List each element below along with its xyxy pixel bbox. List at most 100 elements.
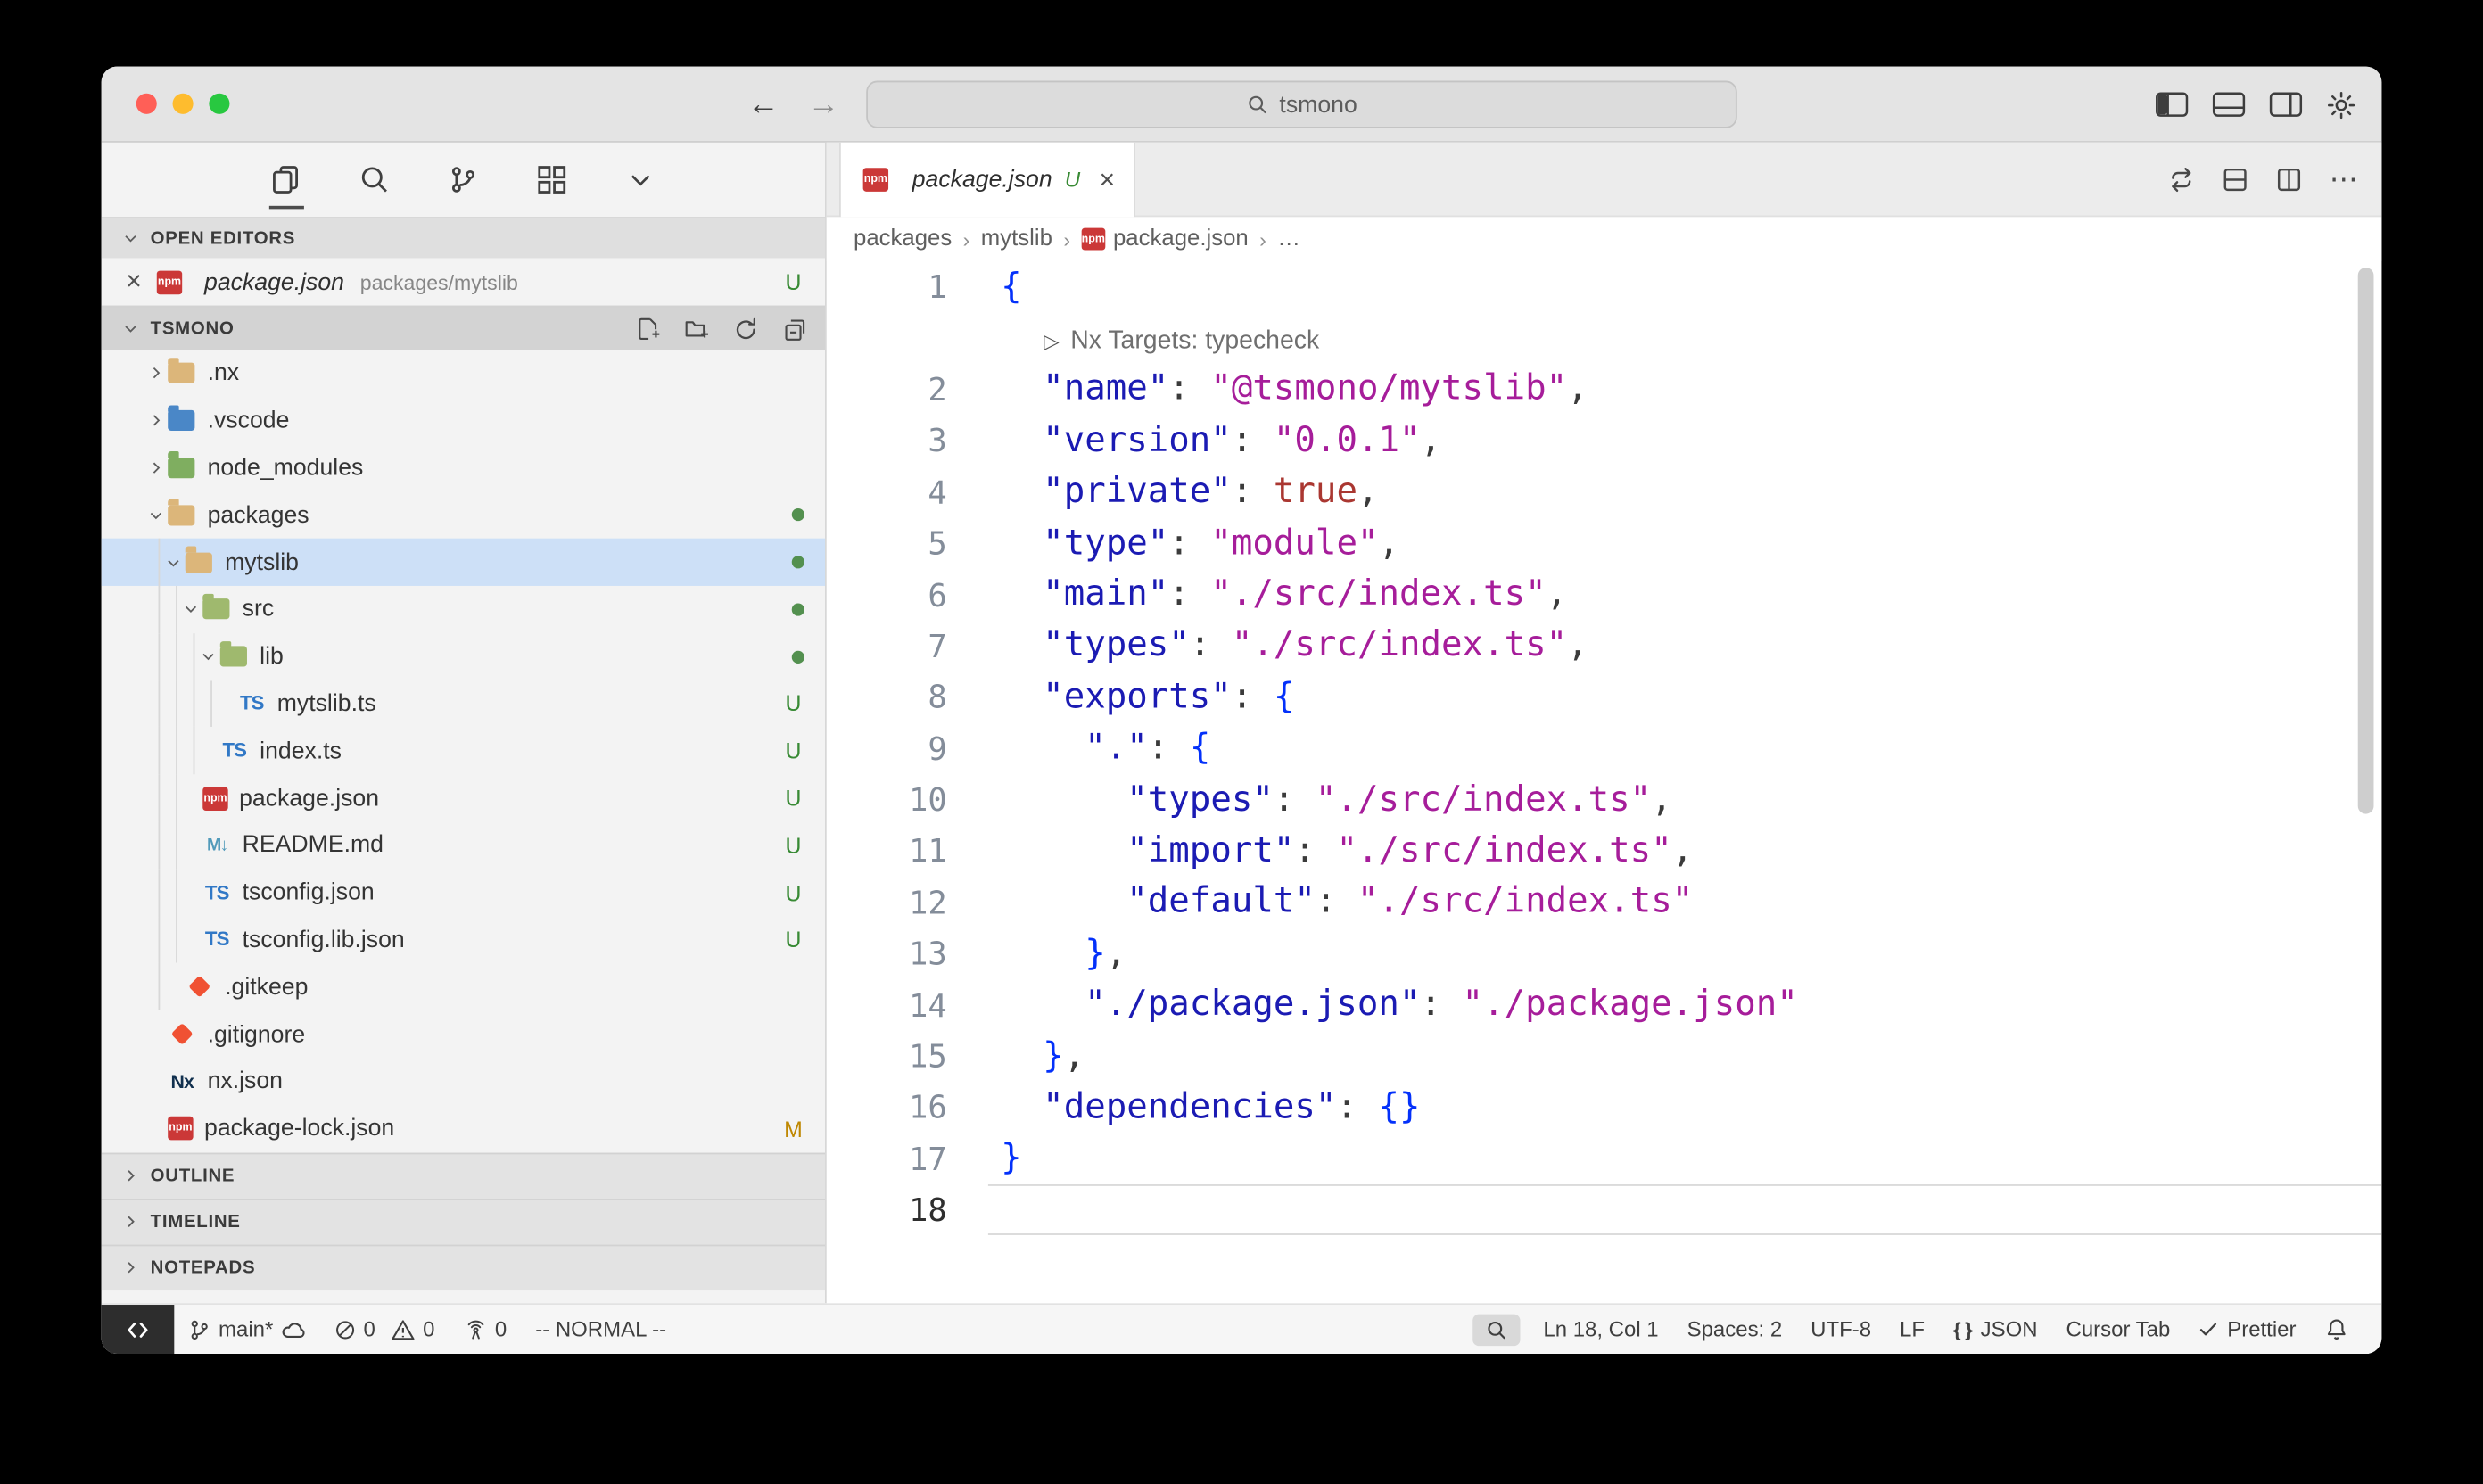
zoom-indicator[interactable] (1472, 1314, 1519, 1346)
breadcrumb-item[interactable]: mytslib (981, 227, 1052, 251)
code-line-12[interactable]: 12 "default": "./src/index.ts" (827, 877, 2382, 928)
minimize-window-button[interactable] (173, 94, 194, 114)
tree-item-package-lock.json[interactable]: npmpackage-lock.jsonM (102, 1105, 825, 1152)
open-editors-header[interactable]: OPEN EDITORS (102, 217, 825, 258)
sidebar-section-outline[interactable]: OUTLINE (102, 1152, 825, 1198)
encoding-setting[interactable]: UTF-8 (1796, 1317, 1885, 1341)
tree-item-packages[interactable]: packages (102, 491, 825, 539)
new-folder-icon[interactable] (682, 314, 711, 342)
tree-item-node_modules[interactable]: node_modules (102, 444, 825, 491)
tree-item-nx.json[interactable]: Nxnx.json (102, 1058, 825, 1105)
navigate-forward-button[interactable]: → (808, 88, 840, 120)
code-line-8[interactable]: 8 "exports": { (827, 672, 2382, 723)
more-views-chevron-icon[interactable] (620, 159, 661, 200)
remote-indicator[interactable] (102, 1305, 175, 1354)
compare-changes-icon[interactable] (2168, 166, 2195, 193)
scrollbar-thumb[interactable] (2358, 268, 2374, 814)
code-line-17[interactable]: 17} (827, 1134, 2382, 1185)
tree-item-index.ts[interactable]: TSindex.tsU (102, 728, 825, 775)
close-editor-icon[interactable]: × (122, 266, 146, 298)
code-line-3[interactable]: 3 "version": "0.0.1", (827, 415, 2382, 466)
navigate-back-button[interactable]: ← (747, 88, 780, 120)
tree-item-src[interactable]: src (102, 586, 825, 633)
tree-item-.gitignore[interactable]: .gitignore (102, 1010, 825, 1058)
tree-item-.nx[interactable]: .nx (102, 350, 825, 397)
close-window-button[interactable] (136, 94, 157, 114)
code-line-4[interactable]: 4 "private": true, (827, 466, 2382, 518)
code-line-18[interactable]: 18 (827, 1184, 2382, 1236)
close-tab-icon[interactable]: × (1099, 164, 1115, 196)
split-editor-icon[interactable] (2275, 166, 2302, 193)
indentation-setting[interactable]: Spaces: 2 (1673, 1317, 1797, 1341)
eol-setting[interactable]: LF (1885, 1317, 1939, 1341)
breadcrumb-item[interactable]: packages (854, 227, 952, 251)
notifications-bell-icon[interactable] (2310, 1317, 2363, 1341)
tree-item-package.json[interactable]: npmpackage.jsonU (102, 775, 825, 822)
code-line-6[interactable]: 6 "main": "./src/index.ts", (827, 569, 2382, 621)
settings-gear-icon[interactable] (2326, 89, 2356, 120)
breadcrumb-item[interactable]: npmpackage.json (1081, 227, 1248, 251)
cursor-tab-indicator[interactable]: Cursor Tab (2052, 1317, 2185, 1341)
code-line-13[interactable]: 13 }, (827, 928, 2382, 980)
cursor-position[interactable]: Ln 18, Col 1 (1529, 1317, 1672, 1341)
extensions-view-icon[interactable] (532, 159, 573, 200)
tree-item-mytslib[interactable]: mytslib (102, 539, 825, 586)
command-center-search[interactable]: tsmono (866, 81, 1737, 128)
line-number: 7 (827, 627, 947, 665)
line-number: 9 (827, 730, 947, 768)
refresh-explorer-icon[interactable] (731, 314, 760, 342)
sidebar: OPEN EDITORS × npm package.json packages… (102, 143, 827, 1303)
explorer-view-icon[interactable] (265, 159, 306, 200)
tree-item-.vscode[interactable]: .vscode (102, 397, 825, 444)
toggle-panel-icon[interactable] (2212, 92, 2245, 117)
code-line-5[interactable]: 5 "type": "module", (827, 518, 2382, 570)
code-editor[interactable]: 1{ ▷Nx Targets: typecheck 2 "name": "@tsmo… (827, 261, 2382, 1303)
code-line-9[interactable]: 9 ".": { (827, 723, 2382, 775)
sidebar-section-timeline[interactable]: TIMELINE (102, 1198, 825, 1243)
code-line-7[interactable]: 7 "types": "./src/index.ts", (827, 621, 2382, 672)
status-bar: main* 0 0 0 (102, 1303, 2382, 1354)
tree-item-.gitkeep[interactable]: .gitkeep (102, 963, 825, 1010)
breadcrumb-item[interactable]: … (1277, 227, 1300, 251)
language-mode[interactable]: { } JSON (1939, 1317, 2052, 1341)
folder-icon (168, 410, 194, 431)
tree-item-tsconfig.json[interactable]: TStsconfig.jsonU (102, 869, 825, 916)
tree-item-tsconfig.lib.json[interactable]: TStsconfig.lib.jsonU (102, 916, 825, 963)
collapse-folders-icon[interactable] (780, 314, 809, 342)
source-control-view-icon[interactable] (442, 159, 483, 200)
code-line-11[interactable]: 11 "import": "./src/index.ts", (827, 826, 2382, 878)
tree-item-label: .nx (208, 360, 240, 387)
nx-targets-codelens[interactable]: ▷Nx Targets: typecheck (1044, 328, 1319, 357)
vim-mode-indicator[interactable]: -- NORMAL -- (521, 1317, 681, 1341)
git-branch-item[interactable]: main* (174, 1317, 318, 1341)
code-line-text: "types": "./src/index.ts", (1001, 626, 1588, 665)
explorer-section-header[interactable]: TSMONO (102, 306, 825, 350)
search-view-icon[interactable] (354, 159, 395, 200)
problems-item[interactable]: 0 0 (319, 1317, 450, 1341)
code-line-1[interactable]: 1{ (827, 261, 2382, 313)
new-file-icon[interactable] (633, 314, 662, 342)
ports-item[interactable]: 0 (449, 1317, 521, 1341)
sidebar-section-notepads[interactable]: NOTEPADS (102, 1244, 825, 1290)
more-actions-icon[interactable]: ⋯ (2330, 163, 2360, 196)
toggle-primary-sidebar-icon[interactable] (2155, 92, 2188, 117)
open-editor-item[interactable]: × npm package.json packages/mytslib U (102, 258, 825, 305)
code-inlay-row[interactable]: ▷Nx Targets: typecheck (827, 312, 2382, 364)
tree-item-mytslib.ts[interactable]: TSmytslib.tsU (102, 680, 825, 728)
tab-package-json[interactable]: npm package.json U × (839, 143, 1135, 217)
open-changes-icon[interactable] (2222, 166, 2248, 193)
tree-item-README.md[interactable]: M↓README.mdU (102, 821, 825, 869)
maximize-window-button[interactable] (209, 94, 229, 114)
desktop: ← → tsmono (0, 0, 2483, 1484)
git-status-badge: U (782, 691, 804, 716)
code-line-15[interactable]: 15 }, (827, 1031, 2382, 1083)
code-line-text: ".": { (1001, 729, 1210, 768)
code-line-16[interactable]: 16 "dependencies": {} (827, 1082, 2382, 1134)
tree-item-lib[interactable]: lib (102, 633, 825, 680)
toggle-secondary-sidebar-icon[interactable] (2269, 92, 2302, 117)
code-line-10[interactable]: 10 "types": "./src/index.ts", (827, 774, 2382, 826)
formatter-indicator[interactable]: Prettier (2184, 1317, 2310, 1341)
code-line-2[interactable]: 2 "name": "@tsmono/mytslib", (827, 364, 2382, 416)
code-line-text: "type": "module", (1001, 524, 1399, 563)
code-line-14[interactable]: 14 "./package.json": "./package.json" (827, 979, 2382, 1031)
